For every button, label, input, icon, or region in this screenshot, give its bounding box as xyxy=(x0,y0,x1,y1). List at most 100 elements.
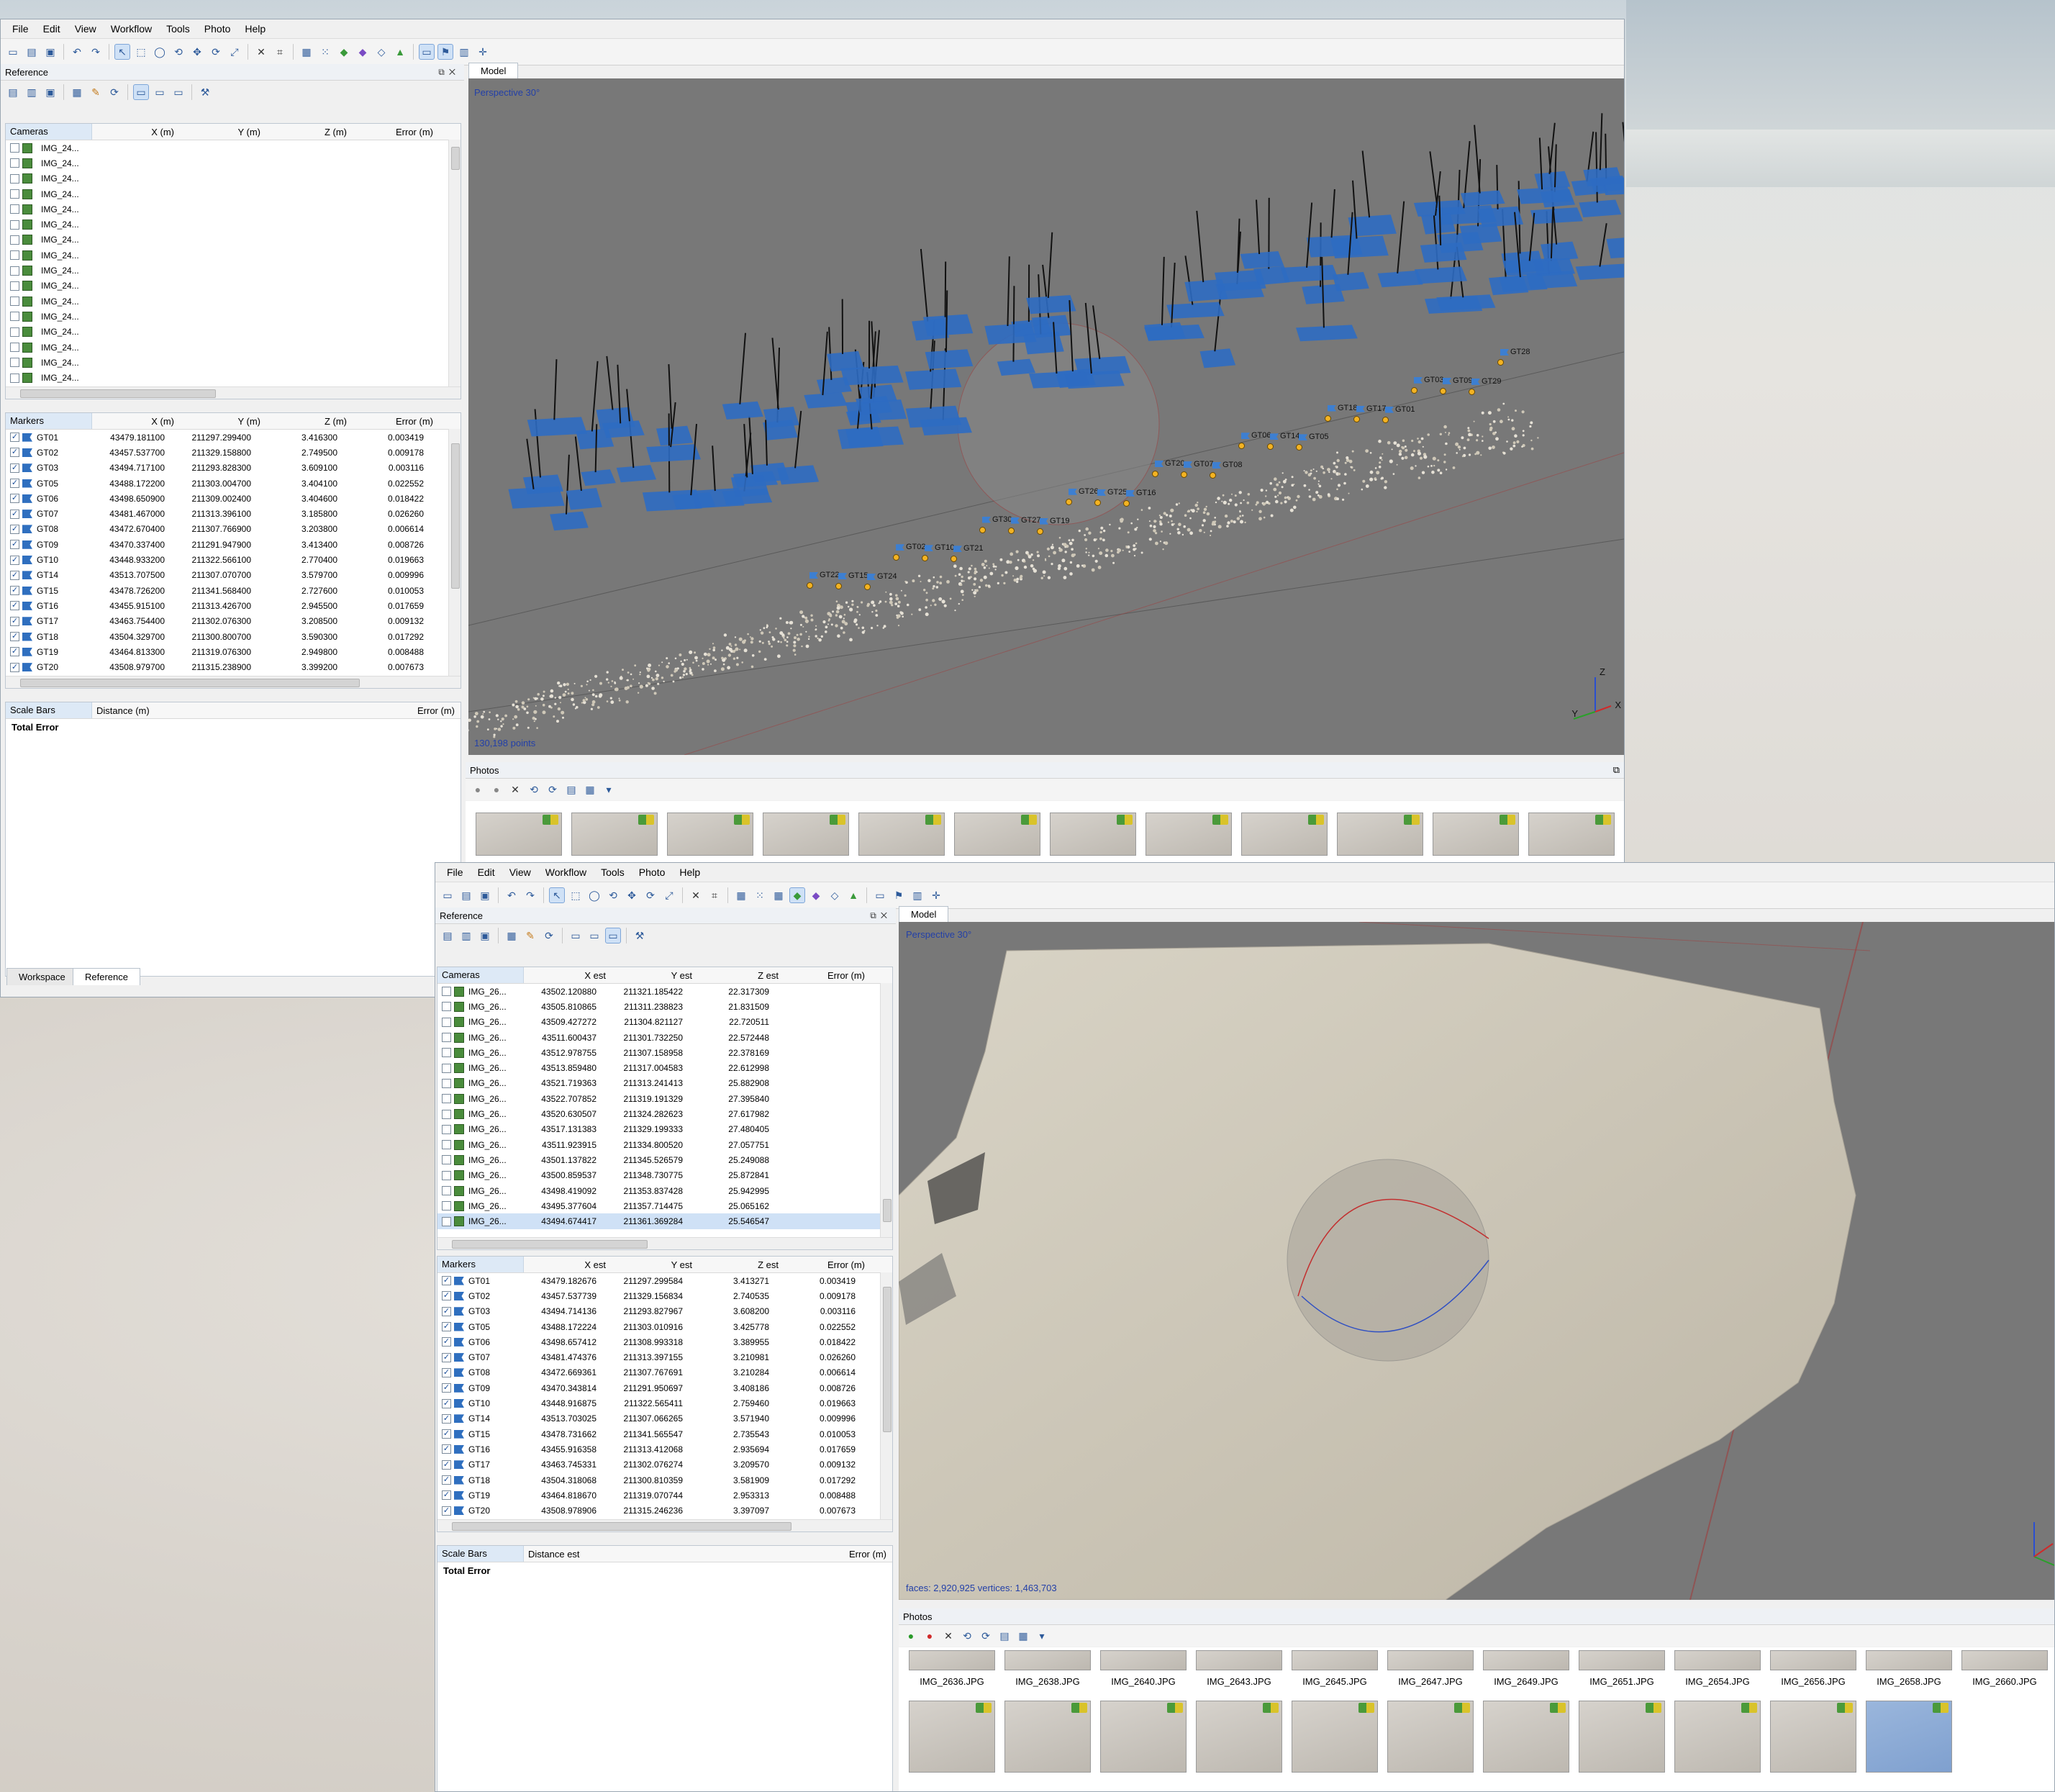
table-row[interactable]: ✓ GT10 43448.916875 211322.565411 2.759460 0.… xyxy=(437,1395,892,1411)
photo-thumbnail[interactable] xyxy=(1387,1701,1474,1773)
mesh-wireframe-icon[interactable]: ◇ xyxy=(827,887,843,903)
view-menu-icon[interactable]: ▾ xyxy=(601,782,617,797)
table-row[interactable]: IMG_24... xyxy=(6,202,461,217)
table-row[interactable]: ✓ GT14 43513.703025 211307.066265 3.571940 0.… xyxy=(437,1411,892,1426)
marker-checkbox[interactable]: ✓ xyxy=(10,601,19,611)
camera-checkbox[interactable] xyxy=(10,327,19,337)
tab-reference[interactable]: Reference xyxy=(73,968,140,985)
camera-plane[interactable] xyxy=(1330,235,1389,258)
photo-thumbnail[interactable] xyxy=(1100,1650,1187,1670)
menu-tools[interactable]: Tools xyxy=(159,23,197,35)
marker-checkbox[interactable]: ✓ xyxy=(10,448,19,458)
camera-checkbox[interactable] xyxy=(442,1170,451,1180)
table-row[interactable]: ✓ GT05 43488.172200 211303.004700 3.404100 0.… xyxy=(6,476,461,491)
camera-plane[interactable] xyxy=(856,396,892,415)
scale-object-icon[interactable]: ⤢ xyxy=(227,44,242,60)
tab-model[interactable]: Model xyxy=(468,63,519,78)
camera-plane[interactable] xyxy=(1541,241,1579,262)
menu-edit[interactable]: Edit xyxy=(471,866,502,878)
circle-select-icon[interactable]: ◯ xyxy=(152,44,168,60)
table-row[interactable]: IMG_24... xyxy=(6,325,461,340)
show-cameras-icon[interactable]: ▭ xyxy=(419,44,435,60)
camera-checkbox[interactable] xyxy=(442,1155,451,1165)
table-row[interactable]: IMG_26... 43494.674417 211361.369284 25.546… xyxy=(437,1213,892,1229)
mesh-wireframe-icon[interactable]: ◇ xyxy=(373,44,389,60)
photo-thumbnail[interactable] xyxy=(1146,813,1232,856)
table-row[interactable]: ✓ GT03 43494.717100 211293.828300 3.609100 0.… xyxy=(6,461,461,476)
view-menu-icon[interactable]: ▾ xyxy=(1034,1628,1050,1644)
marker-checkbox[interactable]: ✓ xyxy=(10,494,19,504)
open-photo-icon[interactable]: ▤ xyxy=(563,782,579,797)
table-row[interactable]: IMG_24... xyxy=(6,279,461,294)
marker-point[interactable] xyxy=(1325,415,1331,422)
new-icon[interactable]: ▭ xyxy=(5,44,21,60)
camera-plane[interactable] xyxy=(905,405,962,428)
table-row[interactable]: IMG_24... xyxy=(6,309,461,324)
photo-thumbnail[interactable] xyxy=(954,813,1040,856)
table-row[interactable]: IMG_26... 43512.978755 211307.158958 22.378… xyxy=(437,1045,892,1060)
table-row[interactable]: ✓ GT02 43457.537700 211329.158800 2.749500 0.… xyxy=(6,445,461,460)
table-row[interactable]: IMG_26... 43500.859537 211348.730775 25.872… xyxy=(437,1168,892,1183)
model-viewport-2[interactable]: Perspective 30° faces: 2,920,925 vertice… xyxy=(899,922,2054,1600)
table-row[interactable]: IMG_26... 43520.630507 211324.282623 27.617… xyxy=(437,1106,892,1121)
table-row[interactable]: ✓ GT03 43494.714136 211293.827967 3.608200 0.… xyxy=(437,1304,892,1319)
markers-hscroll-2[interactable] xyxy=(437,1519,892,1531)
camera-checkbox[interactable] xyxy=(442,1201,451,1211)
photo-thumbnail[interactable] xyxy=(1196,1650,1282,1670)
menu-file[interactable]: File xyxy=(5,23,36,35)
camera-checkbox[interactable] xyxy=(10,250,19,261)
camera-plane[interactable] xyxy=(1332,271,1369,291)
marker-checkbox[interactable]: ✓ xyxy=(10,509,19,519)
table-row[interactable]: ✓ GT06 43498.650900 211309.002400 3.404600 0.… xyxy=(6,491,461,506)
photo-thumbnail[interactable] xyxy=(909,1650,995,1670)
marker-checkbox[interactable]: ✓ xyxy=(442,1322,451,1332)
marker-checkbox[interactable]: ✓ xyxy=(442,1291,451,1301)
camera-checkbox[interactable] xyxy=(442,1094,451,1104)
markers-vscroll-2[interactable] xyxy=(880,1272,892,1520)
update-icon[interactable]: ⟳ xyxy=(541,928,557,943)
move-object-icon[interactable]: ✥ xyxy=(189,44,205,60)
marker-checkbox[interactable]: ✓ xyxy=(442,1306,451,1316)
table-row[interactable]: IMG_24... xyxy=(6,155,461,171)
save-reference-icon[interactable]: ▣ xyxy=(477,928,493,943)
table-row[interactable]: ✓ GT15 43478.731662 211341.565547 2.735543 0.… xyxy=(437,1426,892,1442)
table-row[interactable]: ✓ GT08 43472.669361 211307.767691 3.210284 0.… xyxy=(437,1365,892,1380)
table-row[interactable]: IMG_26... 43502.120880 211321.185422 22.317… xyxy=(437,984,892,999)
marker-checkbox[interactable]: ✓ xyxy=(10,540,19,550)
dense-cloud-icon[interactable]: ▦ xyxy=(771,887,786,903)
marker-checkbox[interactable]: ✓ xyxy=(442,1398,451,1408)
camera-checkbox[interactable] xyxy=(10,358,19,368)
marker-point[interactable] xyxy=(1037,528,1043,535)
camera-plane[interactable] xyxy=(616,465,657,483)
table-row[interactable]: IMG_24... xyxy=(6,232,461,248)
marker-checkbox[interactable]: ✓ xyxy=(10,632,19,641)
menu-view[interactable]: View xyxy=(502,866,538,878)
photo-thumbnail[interactable] xyxy=(1292,1650,1378,1670)
marker-point[interactable] xyxy=(1094,499,1101,506)
camera-plane[interactable] xyxy=(777,465,820,485)
camera-plane[interactable] xyxy=(1502,258,1562,276)
camera-checkbox[interactable] xyxy=(10,266,19,276)
markers-hscroll[interactable] xyxy=(6,676,461,688)
export-icon[interactable]: ▥ xyxy=(458,928,474,943)
undo-icon[interactable]: ↶ xyxy=(69,44,85,60)
view-errors-icon[interactable]: ▭ xyxy=(605,928,621,943)
camera-plane[interactable] xyxy=(1414,266,1467,284)
table-row[interactable]: IMG_24... xyxy=(6,217,461,232)
marker-checkbox[interactable]: ✓ xyxy=(442,1506,451,1516)
camera-checkbox[interactable] xyxy=(10,312,19,322)
rotate-left-icon[interactable]: ⟲ xyxy=(959,1628,975,1644)
export-icon[interactable]: ▥ xyxy=(24,84,40,100)
camera-plane[interactable] xyxy=(1579,199,1622,218)
camera-plane[interactable] xyxy=(827,350,864,372)
camera-plane[interactable] xyxy=(1031,314,1071,338)
grid-icon[interactable]: ▦ xyxy=(299,44,314,60)
tab-workspace[interactable]: Workspace xyxy=(6,968,78,985)
camera-plane[interactable] xyxy=(581,469,616,487)
table-row[interactable]: IMG_26... 43511.923915 211334.800520 27.057… xyxy=(437,1137,892,1152)
table-row[interactable]: IMG_24... xyxy=(6,355,461,370)
view-source-icon[interactable]: ▭ xyxy=(568,928,584,943)
camera-checkbox[interactable] xyxy=(442,1109,451,1119)
photo-thumbnail[interactable] xyxy=(1770,1650,1856,1670)
free-select-icon[interactable]: ⟲ xyxy=(605,887,621,903)
